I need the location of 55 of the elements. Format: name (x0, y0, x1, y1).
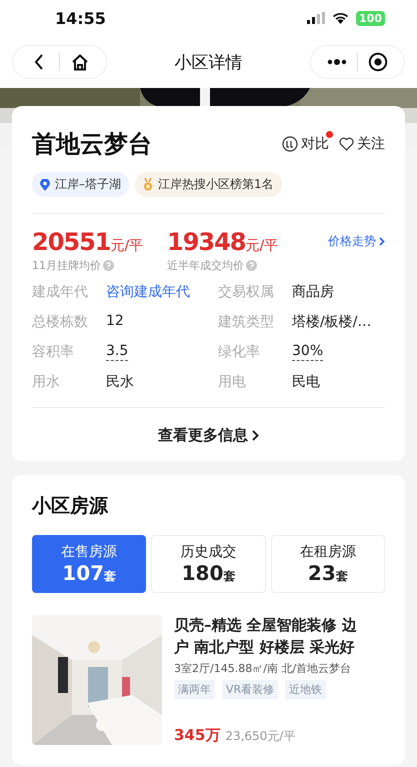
price-value: 19348元/平 (167, 228, 280, 256)
consult-link[interactable]: 咨询建成年代 (106, 283, 190, 301)
attribute-value: 民电 (292, 373, 320, 391)
heart-icon (339, 137, 354, 151)
price-label: 近半年成交均价 (167, 258, 244, 273)
back-icon (34, 54, 44, 70)
chevron-icon (252, 430, 259, 441)
more-info-button[interactable]: 查看更多信息 (154, 422, 263, 449)
signal-icon (307, 12, 326, 24)
attribute-label: 建成年代 (32, 283, 89, 301)
status-time: 14:55 (55, 8, 106, 28)
attribute-value: 商品房 (292, 283, 334, 301)
attribute-label: 建筑类型 (218, 313, 275, 331)
attribute-value[interactable]: 3.5 (106, 343, 128, 361)
attribute-value: 塔楼/板楼/… (292, 313, 372, 331)
attribute-label: 用电 (218, 373, 247, 391)
target-icon (368, 52, 388, 72)
listing-details: 3室2厅/145.88㎡/南 北/首地云梦台 (174, 660, 352, 676)
attribute-value: 民水 (106, 373, 134, 391)
compare-icon (282, 136, 298, 152)
listing-title[interactable]: 贝壳–精选 全屋智能装修 边户 南北户型 好楼层 采光好 (174, 615, 368, 658)
wifi-icon (332, 12, 350, 24)
unit-price: 23,650元/平 (225, 728, 296, 745)
ranking-tag[interactable]: 江岸热搜小区榜第1名 (135, 172, 282, 197)
listing-tab[interactable]: 在租房源 23套 (270, 535, 385, 593)
attribute-value[interactable]: 30% (292, 343, 324, 361)
chevron-icon (379, 237, 385, 246)
page-title: 小区详情 (174, 52, 242, 74)
follow-button[interactable]: 关注 (339, 135, 385, 153)
location-tag[interactable]: 江岸–塔子湖 (32, 172, 129, 197)
battery-icon: 100 (356, 10, 385, 26)
feature-tag: 满两年 (174, 680, 215, 698)
attribute-label: 绿化率 (218, 343, 261, 361)
help-icon (246, 260, 257, 271)
attribute-value: 12 (106, 313, 124, 331)
attribute-label: 总楼栋数 (32, 313, 89, 331)
medal-icon (143, 178, 153, 191)
feature-tag: 近地铁 (285, 680, 326, 698)
compare-button[interactable]: 对比 (282, 135, 329, 153)
listing-tab[interactable]: 在售房源 107套 (32, 535, 146, 593)
attribute-label: 用水 (32, 373, 61, 391)
community-name: 首地云梦台 (32, 129, 152, 160)
section-title: 小区房源 (32, 494, 110, 519)
price-trend-link[interactable]: 价格走势 (328, 233, 385, 250)
more-icon (327, 59, 347, 65)
home-icon (71, 54, 89, 70)
attribute-label: 容积率 (32, 343, 75, 361)
total-price: 345万 (174, 726, 220, 745)
attribute-label: 交易权属 (218, 283, 275, 301)
listing-tab[interactable]: 历史成交 180套 (151, 535, 266, 593)
price-label: 11月挂牌均价 (32, 258, 101, 273)
feature-tag: VR看装修 (222, 680, 278, 698)
price-value: 20551元/平 (32, 228, 144, 256)
help-icon (103, 260, 114, 271)
location-pin-icon (40, 178, 50, 190)
